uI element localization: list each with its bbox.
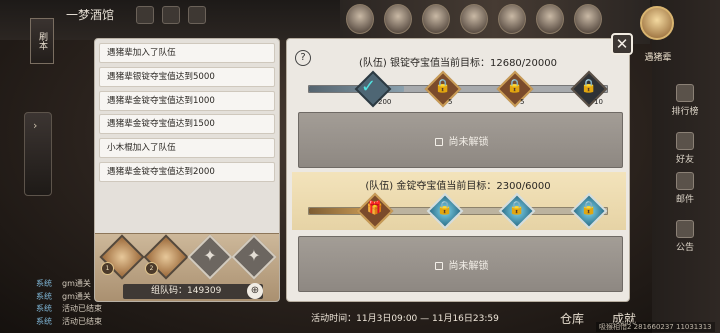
list-item: 遇猪辈加入了队伍 bbox=[99, 43, 275, 63]
portrait-avatar[interactable] bbox=[536, 4, 564, 34]
reward-count: 5 bbox=[520, 98, 525, 106]
side-drawer-tab[interactable]: › bbox=[24, 112, 52, 196]
app-title: 一梦酒馆 bbox=[66, 8, 115, 22]
chat-sender: 系统 bbox=[36, 279, 52, 288]
reward-count: 10 bbox=[594, 98, 603, 106]
social-icon[interactable] bbox=[162, 6, 180, 24]
check-icon: ✓ bbox=[361, 76, 377, 97]
silver-reward-1[interactable]: ✓ 200 bbox=[354, 70, 392, 108]
portrait-avatar[interactable] bbox=[460, 4, 488, 34]
activity-time: 活动时间：11月3日09:00 — 11月16日23:59 bbox=[311, 314, 499, 324]
friends-icon bbox=[676, 132, 694, 150]
team-member-slot[interactable]: 1 bbox=[99, 234, 145, 280]
gold-reward-2[interactable]: 🔒 bbox=[426, 192, 464, 230]
chat-sender: 系统 bbox=[36, 291, 52, 301]
list-item: 遇猪辈金锭夺宝值达到1500 bbox=[99, 114, 275, 135]
chat-sender: 系统 bbox=[36, 304, 52, 313]
leader-avatar[interactable] bbox=[640, 6, 674, 40]
reward-count: 200 bbox=[378, 98, 392, 106]
locked-label: 尚未解锁 bbox=[299, 257, 624, 272]
plus-icon: ✦ bbox=[247, 246, 261, 265]
chat-line: 系统 活动已结束 bbox=[36, 303, 156, 316]
list-item: 小木棍加入了队伍 bbox=[99, 138, 275, 159]
wechat-icon[interactable] bbox=[136, 6, 154, 24]
portrait-avatar[interactable] bbox=[346, 4, 374, 34]
rail-label: 公告 bbox=[675, 243, 694, 253]
portrait-avatar[interactable] bbox=[384, 4, 412, 34]
rail-label: 排行榜 bbox=[671, 107, 699, 117]
chat-text: 活动已结束 bbox=[62, 316, 102, 326]
lock-icon: 🔒 bbox=[580, 79, 598, 94]
silver-locked-panel: 尚未解锁 bbox=[298, 112, 623, 168]
plus-icon: ✦ bbox=[203, 246, 217, 265]
lock-icon bbox=[434, 138, 443, 146]
member-level-badge: 1 bbox=[101, 262, 114, 275]
lock-icon bbox=[434, 262, 443, 270]
team-member-slot[interactable]: 2 bbox=[143, 234, 189, 280]
lock-icon: 🔒 bbox=[436, 201, 454, 216]
rail-label: 邮件 bbox=[675, 195, 694, 205]
megaphone-icon bbox=[676, 220, 694, 238]
locked-label: 尚未解锁 bbox=[299, 133, 624, 148]
lock-icon: 🔒 bbox=[508, 201, 526, 216]
locked-text: 尚未解锁 bbox=[448, 261, 489, 272]
event-panel: 遇猪辈加入了队伍 遇猪辈银锭夺宝值达到5000 遇猪辈金锭夺宝值达到1000 遇… bbox=[94, 38, 280, 302]
chat-text: 活动已结束 bbox=[62, 304, 102, 313]
silver-reward-4[interactable]: 🔒 10 bbox=[570, 70, 608, 108]
list-item: 遇猪辈银锭夺宝值达到5000 bbox=[99, 66, 275, 87]
lock-icon: 🔒 bbox=[434, 79, 452, 94]
chat-text: gm通关 bbox=[62, 279, 91, 288]
gold-locked-panel: 尚未解锁 bbox=[298, 236, 623, 292]
friends-button[interactable]: 好友 bbox=[662, 130, 708, 170]
leaderboard-button[interactable]: 排行榜 bbox=[662, 82, 708, 122]
event-list[interactable]: 遇猪辈加入了队伍 遇猪辈银锭夺宝值达到5000 遇猪辈金锭夺宝值达到1000 遇… bbox=[99, 43, 275, 186]
gold-reward-1[interactable]: 🎁 bbox=[356, 192, 394, 230]
trophy-icon bbox=[676, 84, 694, 102]
chat-line: 系统 活动已结束 bbox=[36, 316, 156, 329]
chevron-right-icon: › bbox=[33, 119, 38, 132]
locked-text: 尚未解锁 bbox=[448, 137, 489, 148]
portrait-avatar[interactable] bbox=[422, 4, 450, 34]
back-scroll-label: 刷本 bbox=[37, 32, 47, 50]
warehouse-button[interactable]: 仓库 bbox=[560, 310, 584, 327]
portrait-avatar[interactable] bbox=[498, 4, 526, 34]
lock-icon: 🔒 bbox=[506, 79, 524, 94]
team-member-slot-empty[interactable]: ✦ bbox=[187, 234, 233, 280]
team-member-slot-empty[interactable]: ✦ bbox=[231, 234, 277, 280]
gold-reward-4[interactable]: 🔒 bbox=[570, 192, 608, 230]
silver-goal-title: (队伍) 银锭夺宝值当前目标：12680/20000 bbox=[359, 58, 557, 69]
team-code: 组队码：149309 bbox=[123, 284, 263, 299]
member-level-badge: 2 bbox=[145, 262, 158, 275]
list-item: 遇猪辈金锭夺宝值达到1000 bbox=[99, 90, 275, 111]
rail-label: 好友 bbox=[675, 155, 694, 165]
team-strip: 1 2 ✦ ✦ 组队码：149309 ⊕ bbox=[95, 233, 279, 301]
zoom-in-icon[interactable]: ⊕ bbox=[247, 283, 263, 299]
watermark: 吸猴相惜2 281660237 11031313 bbox=[596, 322, 715, 332]
leader-name: 遇猪辈 bbox=[644, 53, 672, 63]
close-button[interactable]: ✕ bbox=[611, 33, 633, 55]
chat-text: gm通关 bbox=[62, 291, 91, 301]
mail-button[interactable]: 邮件 bbox=[662, 170, 708, 210]
portrait-avatar[interactable] bbox=[574, 4, 602, 34]
back-scroll-button[interactable]: 刷本 bbox=[30, 18, 54, 64]
lock-icon: 🔒 bbox=[580, 201, 598, 216]
silver-reward-3[interactable]: 🔒 5 bbox=[496, 70, 534, 108]
gift-box-icon: 🎁 bbox=[366, 201, 384, 216]
reward-count: 5 bbox=[448, 98, 453, 106]
silver-reward-2[interactable]: 🔒 5 bbox=[424, 70, 462, 108]
mail-icon bbox=[676, 172, 694, 190]
gold-reward-3[interactable]: 🔒 bbox=[498, 192, 536, 230]
gift-icon[interactable] bbox=[188, 6, 206, 24]
gold-goal-title: (队伍) 金锭夺宝值当前目标：2300/6000 bbox=[365, 181, 551, 192]
notice-button[interactable]: 公告 bbox=[662, 218, 708, 258]
chat-sender: 系统 bbox=[36, 316, 52, 326]
list-item: 遇猪辈金锭夺宝值达到2000 bbox=[99, 161, 275, 182]
